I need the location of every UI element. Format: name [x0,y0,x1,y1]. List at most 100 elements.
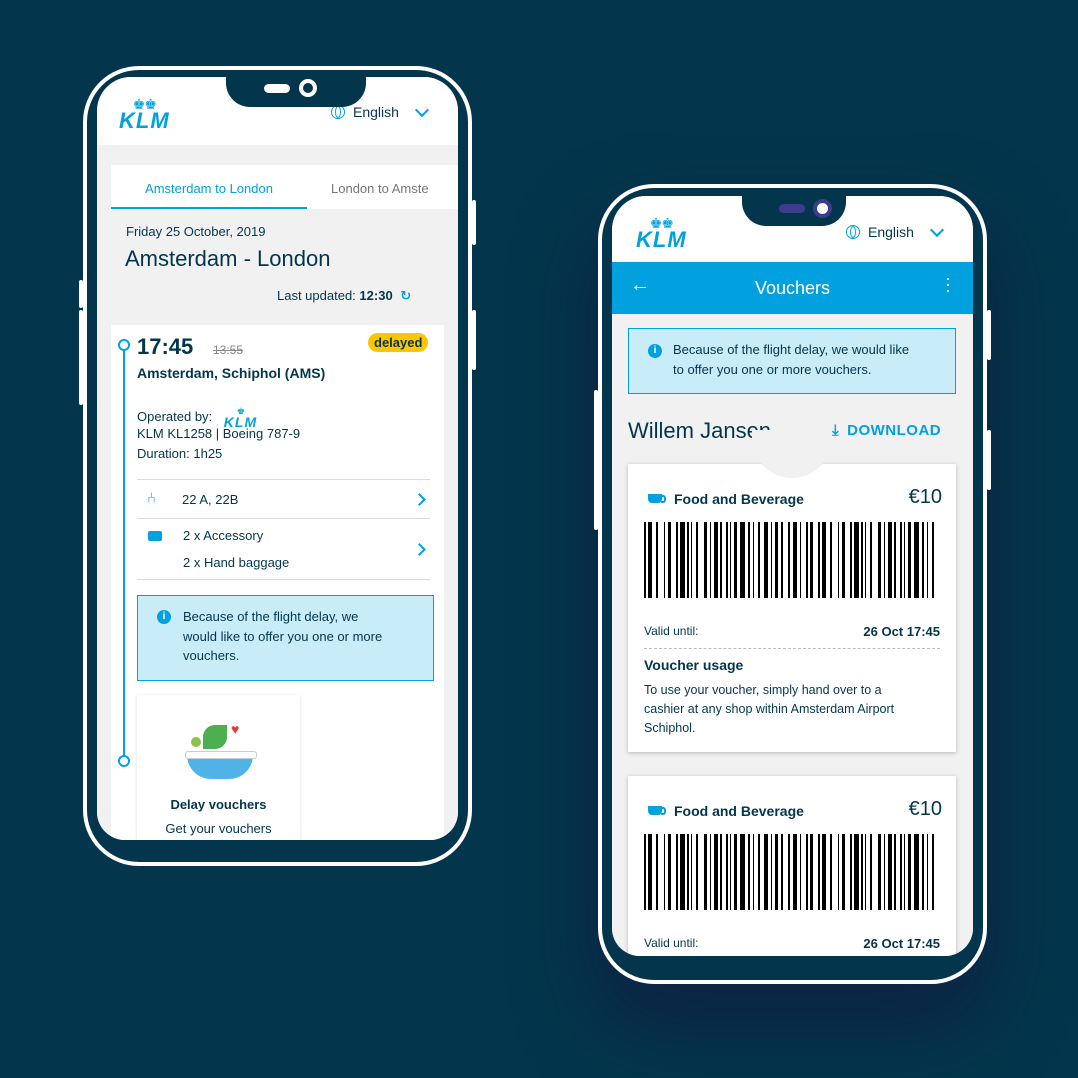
right-phone-screen: ♚♚ KLM English ← Vouchers · · · i Because … [612,196,973,956]
salad-bowl-icon: ♥ [185,721,257,785]
passenger-name: Willem Jansen [628,418,772,443]
barcode-bar [878,522,881,598]
barcode-bar [838,834,839,910]
barcode-bar [884,834,885,910]
barcode-bar [720,522,722,598]
timeline-start-dot [118,339,130,351]
barcode-bar [720,834,722,910]
barcode-bar [854,834,859,910]
baggage-row[interactable]: 2 x Accessory 2 x Hand baggage [137,519,430,579]
barcode-bar [900,522,902,598]
barcode-bar [710,834,711,910]
barcode-bar [850,522,852,598]
barcode-bar [734,834,737,910]
chevron-down-icon [929,222,944,238]
camera [813,199,832,218]
barcode-bar [861,834,863,910]
timeline [123,346,125,762]
barcode-bar [704,834,707,910]
barcode-bar [810,834,813,910]
barcode-bar [758,522,760,598]
barcode-bar [822,522,826,598]
barcode-bar [914,834,919,910]
departure-airport: Amsterdam, Schiphol (AMS) [137,365,326,381]
barcode-bar [914,522,919,598]
barcode-bar [748,522,750,598]
barcode-bar [753,834,754,910]
barcode-bar [726,522,728,598]
seats-row[interactable]: ⑃ 22 A, 22B [137,480,430,518]
side-button [987,430,991,490]
delay-info-banner: i Because of the flight delay, we would … [628,328,956,394]
timeline-end-dot [118,755,130,767]
refresh-icon[interactable]: ↻ [400,288,411,303]
barcode-bar [680,522,685,598]
departure-time: 17:45 [137,334,194,359]
barcode-bar [793,522,797,598]
barcode-bar [904,834,905,910]
seats-value: 22 A, 22B [182,492,239,507]
chevron-right-icon [413,543,426,556]
barcode-bar [800,522,801,598]
barcode-bar [696,522,698,598]
barcode-bar [908,834,911,910]
barcode-bar [922,522,924,598]
chevron-down-icon [414,102,429,118]
barcode-bar [648,834,652,910]
barcode-bar [870,834,872,910]
coffee-cup-icon [648,806,666,815]
barcode-bar [900,834,902,910]
barcode-bar [870,522,872,598]
barcode-bar [644,522,646,598]
barcode-bar [664,522,665,598]
barcode-bar [810,522,813,598]
baggage-icon [148,531,162,541]
barcode-bar [726,834,728,910]
speaker [264,84,290,93]
barcode-bar [830,522,832,598]
voucher-card: Food and Beverage €10 Valid until: 26 Oc… [628,776,956,956]
side-button [987,310,991,360]
info-message: Because of the flight delay, we would li… [673,342,910,377]
barcode-bar [734,522,737,598]
barcode-bar [676,834,678,910]
voucher-usage-text: To use your voucher, simply hand over to… [644,683,895,735]
barcode-bar [865,834,866,910]
language-selector[interactable]: English [846,222,944,240]
barcode [644,834,942,910]
voucher-category: Food and Beverage [674,491,804,507]
barcode-bar [764,522,768,598]
barcode-bar [806,522,808,598]
barcode-bar [830,834,832,910]
seat-icon: ⑃ [147,490,157,507]
barcode-bar [775,834,778,910]
side-button [79,310,83,405]
barcode-bar [865,522,866,598]
delay-vouchers-card[interactable]: ♥ Delay vouchers Get your vouchers [137,695,300,840]
barcode-bar [838,522,839,598]
barcode-bar [704,522,707,598]
baggage-hand: 2 x Hand baggage [183,555,290,570]
barcode-bar [854,522,859,598]
more-options-icon[interactable]: · · · [945,269,951,299]
download-button[interactable]: ⤓ DOWNLOAD [832,422,941,439]
left-phone-notch [226,77,366,107]
barcode-bar [687,522,689,598]
barcode-bar [664,834,665,910]
voucher-card-title: Delay vouchers [170,797,267,812]
barcode-bar [861,522,863,598]
divider [137,579,430,580]
barcode-bar [714,522,718,598]
tab-amsterdam-to-london[interactable]: Amsterdam to London [111,165,307,209]
barcode-bar [927,834,928,910]
klm-logo[interactable]: ♚♚ KLM [636,216,687,251]
info-message: Because of the flight delay, we would li… [183,609,383,663]
side-button [594,390,598,530]
klm-logo[interactable]: ♚♚ KLM [119,97,170,132]
globe-icon [331,105,345,119]
original-time: 13:55 [213,343,244,357]
barcode-bar [904,522,905,598]
baggage-accessory: 2 x Accessory [183,528,264,543]
barcode-bar [908,522,911,598]
tab-london-to-amsterdam[interactable]: London to Amste [307,165,429,209]
